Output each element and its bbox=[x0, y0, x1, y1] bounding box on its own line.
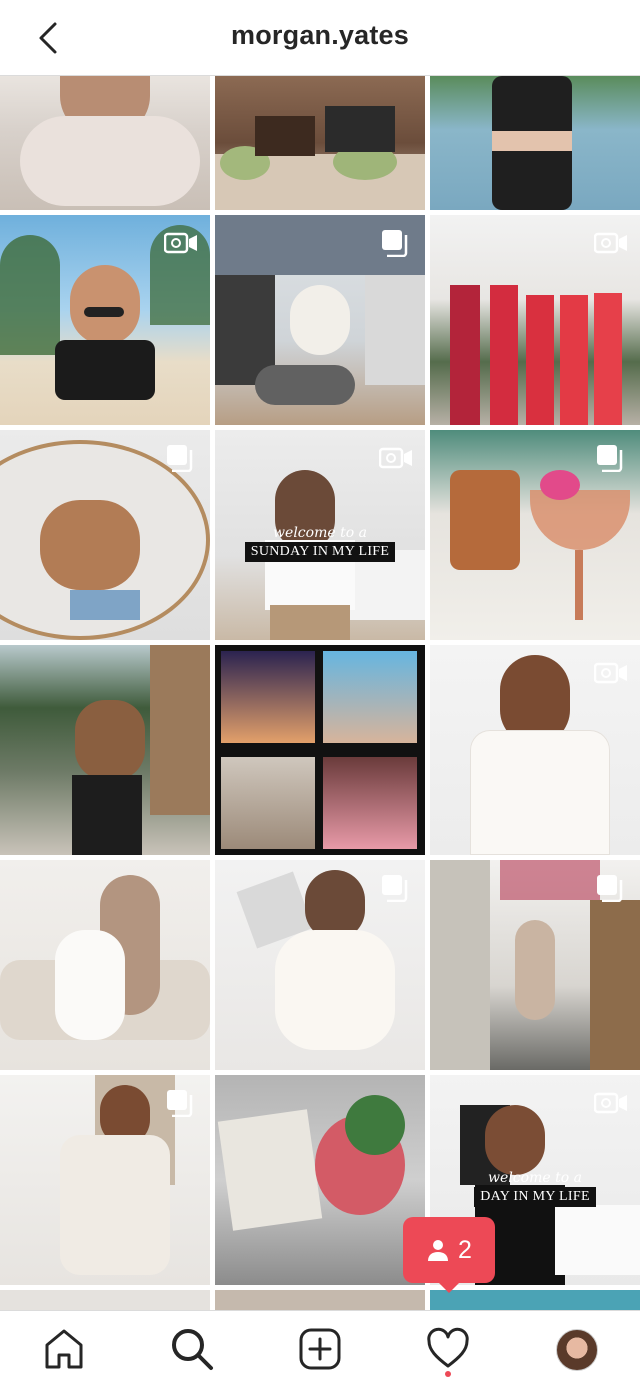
post-tile[interactable] bbox=[430, 430, 640, 640]
post-tile[interactable]: welcome to a SUNDAY IN MY LIFE bbox=[215, 430, 425, 640]
follower-notification-bubble[interactable]: 2 bbox=[403, 1217, 495, 1293]
post-tile[interactable] bbox=[0, 76, 210, 210]
nav-new-post[interactable] bbox=[298, 1327, 342, 1371]
top-bar: morgan.yates bbox=[0, 0, 640, 76]
home-icon bbox=[45, 1329, 83, 1369]
caption-title-text: SUNDAY IN MY LIFE bbox=[244, 542, 396, 562]
post-tile[interactable] bbox=[215, 860, 425, 1070]
nav-activity[interactable] bbox=[426, 1327, 470, 1371]
post-tile[interactable] bbox=[0, 645, 210, 855]
video-icon bbox=[594, 1092, 627, 1114]
post-tile[interactable] bbox=[430, 860, 640, 1070]
nav-search[interactable] bbox=[170, 1327, 214, 1371]
caption-script-text: welcome to a bbox=[488, 1170, 582, 1186]
post-tile[interactable] bbox=[0, 1075, 210, 1285]
profile-avatar[interactable] bbox=[556, 1329, 598, 1371]
carousel-icon bbox=[382, 875, 408, 902]
carousel-icon bbox=[382, 230, 408, 257]
post-caption: welcome to a DAY IN MY LIFE bbox=[430, 1170, 640, 1207]
carousel-icon bbox=[167, 1090, 193, 1117]
new-post-icon bbox=[299, 1328, 341, 1370]
posts-grid: welcome to a SUNDAY IN MY LIFE welcome t… bbox=[0, 76, 640, 1310]
nav-home[interactable] bbox=[42, 1327, 86, 1371]
profile-username[interactable]: morgan.yates bbox=[0, 20, 640, 51]
video-icon bbox=[164, 232, 197, 254]
collage-image bbox=[215, 645, 425, 855]
post-caption: welcome to a SUNDAY IN MY LIFE bbox=[215, 525, 425, 562]
caption-script-text: welcome to a bbox=[273, 525, 367, 541]
post-tile[interactable] bbox=[430, 76, 640, 210]
carousel-icon bbox=[597, 445, 623, 472]
search-icon bbox=[172, 1329, 213, 1370]
carousel-icon bbox=[597, 875, 623, 902]
post-tile[interactable] bbox=[0, 860, 210, 1070]
video-icon bbox=[379, 447, 412, 469]
video-icon bbox=[594, 232, 627, 254]
post-tile[interactable] bbox=[215, 645, 425, 855]
post-tile[interactable] bbox=[215, 1075, 425, 1285]
post-tile[interactable] bbox=[430, 215, 640, 425]
carousel-icon bbox=[167, 445, 193, 472]
post-tile[interactable] bbox=[430, 1290, 640, 1310]
activity-heart-icon bbox=[427, 1327, 469, 1368]
bottom-navigation bbox=[0, 1310, 640, 1386]
post-tile[interactable] bbox=[0, 1290, 210, 1310]
post-tile[interactable] bbox=[215, 76, 425, 210]
caption-title-text: DAY IN MY LIFE bbox=[474, 1187, 596, 1207]
person-icon bbox=[428, 1240, 449, 1261]
video-icon bbox=[594, 662, 627, 684]
post-tile[interactable] bbox=[215, 1290, 425, 1310]
post-tile[interactable] bbox=[0, 430, 210, 640]
post-tile[interactable] bbox=[215, 215, 425, 425]
activity-indicator-dot bbox=[445, 1371, 451, 1377]
post-tile[interactable] bbox=[430, 645, 640, 855]
notification-count: 2 bbox=[458, 1235, 472, 1264]
post-tile[interactable] bbox=[0, 215, 210, 425]
